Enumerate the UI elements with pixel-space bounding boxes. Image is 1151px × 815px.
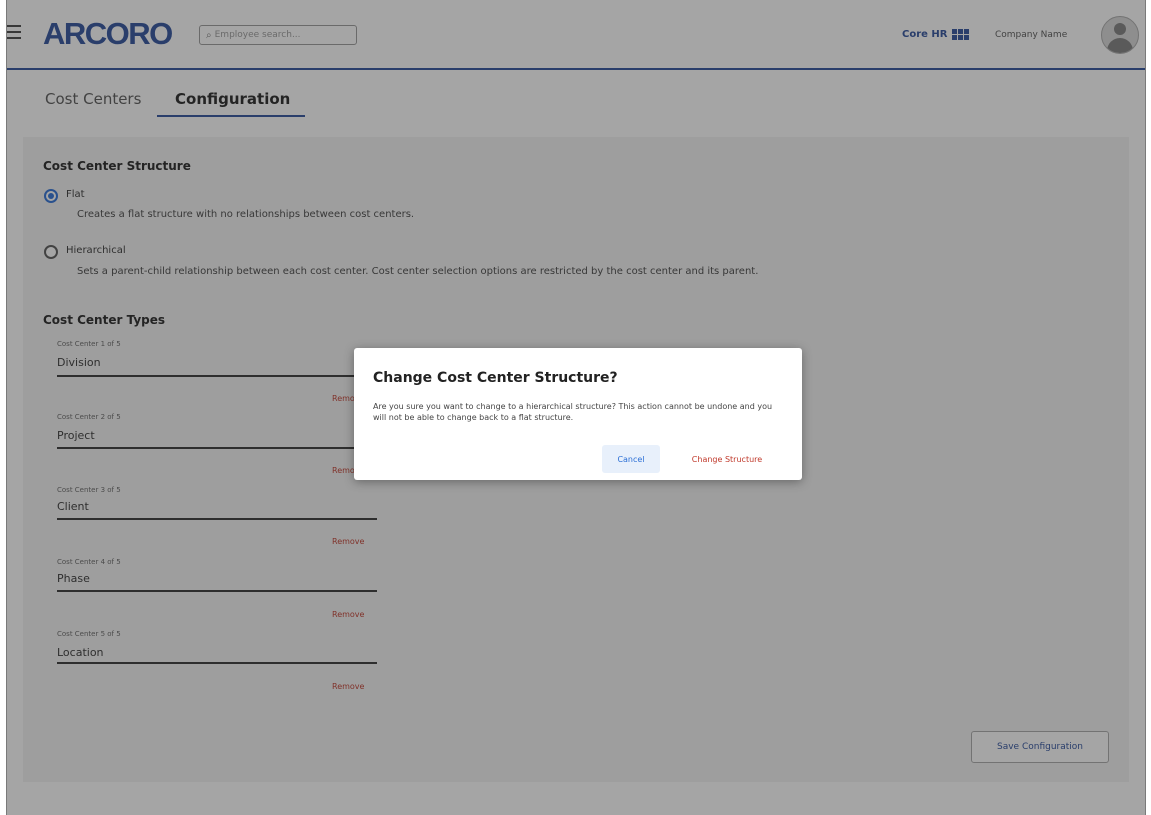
dialog-title: Change Cost Center Structure? (373, 370, 618, 386)
dialog-message: Are you sure you want to change to a hie… (373, 402, 773, 422)
app-frame: ARCORO ⌕ Employee search... Core HR Comp… (6, 0, 1146, 815)
cancel-button[interactable]: Cancel (602, 445, 660, 473)
change-structure-dialog: Change Cost Center Structure? Are you su… (354, 348, 802, 480)
change-structure-button[interactable]: Change Structure (672, 445, 782, 473)
